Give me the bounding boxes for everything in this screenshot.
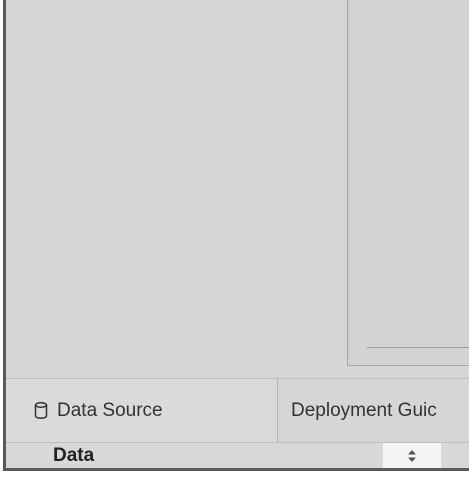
tab-deployment-guide[interactable]: Deployment Guic (278, 379, 469, 442)
canvas-divider (367, 347, 469, 348)
workspace-area (6, 0, 469, 378)
tab-data-source[interactable]: Data Source (6, 379, 278, 442)
canvas-edge (348, 0, 352, 360)
app-window: Data Source Deployment Guic Data (3, 0, 469, 471)
sort-updown-icon (408, 449, 416, 462)
database-icon (34, 402, 48, 419)
tab-label: Data Source (57, 399, 163, 421)
tab-label: Deployment Guic (291, 399, 437, 421)
data-pane-header: Data (6, 442, 469, 468)
sheet-tab-bar: Data Source Deployment Guic (6, 378, 469, 442)
canvas-pane (347, 0, 469, 366)
sort-button[interactable] (383, 443, 441, 468)
data-pane-title: Data (53, 445, 95, 466)
